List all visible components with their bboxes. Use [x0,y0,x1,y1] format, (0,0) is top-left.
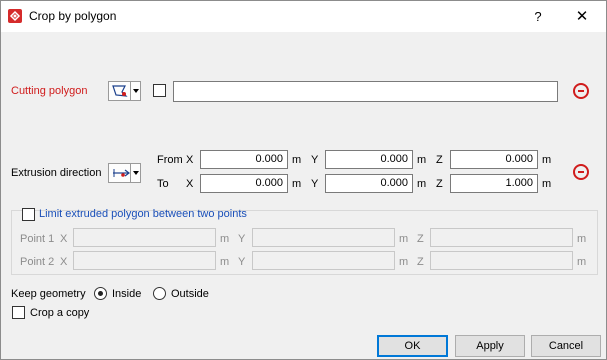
help-button[interactable]: ? [523,5,553,29]
unit-label: m [577,233,587,245]
point2-y-field [252,251,395,270]
to-y-field[interactable]: 0.000 [325,174,413,193]
unit-label: m [292,178,302,190]
dialog-window: Crop by polygon ? ✕ Cutting polygon Extr… [0,0,607,360]
chevron-down-icon[interactable] [130,82,140,100]
crop-copy-label[interactable]: Crop a copy [30,307,89,319]
to-z-field[interactable]: 1.000 [450,174,538,193]
point1-y-field [252,228,395,247]
unit-label: m [417,178,427,190]
point2-y-label: Y [238,256,246,268]
point1-z-label: Z [417,233,424,245]
from-z-label: Z [436,154,443,166]
outside-label[interactable]: Outside [171,288,209,300]
point1-x-label: X [60,233,68,245]
app-logo-icon [8,9,22,23]
unit-label: m [292,154,302,166]
to-label: To [157,178,169,190]
to-x-label: X [186,178,194,190]
unit-label: m [220,233,230,245]
to-x-field[interactable]: 0.000 [200,174,288,193]
crop-copy-checkbox[interactable] [12,306,25,319]
point1-z-field [430,228,573,247]
from-x-label: X [186,154,194,166]
cutting-polygon-checkbox[interactable] [153,84,166,97]
unit-label: m [399,233,409,245]
polygon-select-icon [111,83,131,99]
point1-label: Point 1 [20,233,55,245]
to-z-label: Z [436,178,443,190]
from-y-label: Y [311,154,319,166]
outside-radio[interactable] [153,287,166,300]
limit-label: Limit extruded polygon between two point… [39,208,247,220]
extrusion-direction-label: Extrusion direction [11,167,102,179]
from-label: From [157,154,183,166]
inside-label[interactable]: Inside [112,288,141,300]
point2-z-label: Z [417,256,424,268]
chevron-down-icon[interactable] [130,164,140,182]
from-y-field[interactable]: 0.000 [325,150,413,169]
keep-geometry-label: Keep geometry [11,288,86,300]
cancel-button[interactable]: Cancel [531,335,601,357]
remove-extrusion-icon[interactable] [573,164,589,180]
point2-x-field [73,251,216,270]
point1-x-field [73,228,216,247]
point2-x-label: X [60,256,68,268]
remove-polygon-icon[interactable] [573,83,589,99]
point2-z-field [430,251,573,270]
polygon-tool-button[interactable] [108,81,141,101]
unit-label: m [220,256,230,268]
ok-button[interactable]: OK [377,335,448,357]
unit-label: m [399,256,409,268]
inside-radio[interactable] [94,287,107,300]
to-y-label: Y [311,178,319,190]
direction-arrow-icon [111,165,131,181]
limit-checkbox[interactable] [22,208,35,221]
cutting-polygon-label: Cutting polygon [11,85,88,97]
unit-label: m [417,154,427,166]
unit-label: m [577,256,587,268]
window-title: Crop by polygon [29,9,117,23]
unit-label: m [542,154,552,166]
point2-label: Point 2 [20,256,55,268]
from-z-field[interactable]: 0.000 [450,150,538,169]
title-bar: Crop by polygon ? ✕ [1,1,606,32]
unit-label: m [542,178,552,190]
close-button[interactable]: ✕ [567,5,597,29]
apply-button[interactable]: Apply [455,335,525,357]
cutting-polygon-field[interactable] [173,81,558,102]
point1-y-label: Y [238,233,246,245]
extrusion-tool-button[interactable] [108,163,141,183]
from-x-field[interactable]: 0.000 [200,150,288,169]
